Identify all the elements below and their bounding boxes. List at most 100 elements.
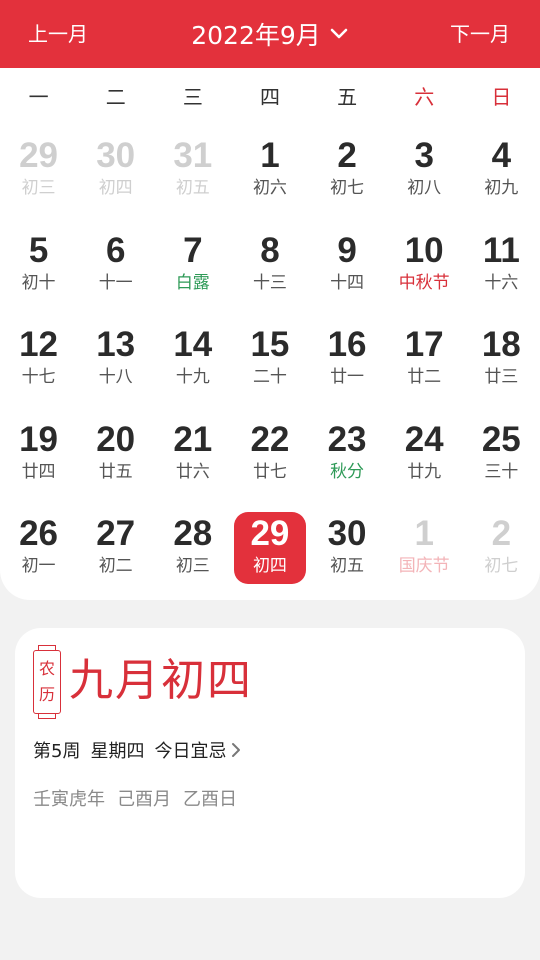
- lunar-badge: 农 历: [33, 645, 61, 719]
- day-cell-inner: 22 廿七: [234, 418, 306, 490]
- day-number: 13: [96, 325, 136, 364]
- calendar-day[interactable]: 23 秋分: [309, 410, 386, 505]
- lunar-day-label: 初五: [330, 556, 365, 576]
- lunar-day-label: 十九: [175, 367, 210, 387]
- calendar-day[interactable]: 1 国庆节: [386, 504, 463, 599]
- day-cell-inner: 23 秋分: [311, 418, 383, 490]
- calendar-day[interactable]: 24 廿九: [386, 410, 463, 505]
- calendar-day[interactable]: 30 初五: [309, 504, 386, 599]
- calendar-day[interactable]: 26 初一: [0, 504, 77, 599]
- day-number: 25: [481, 419, 521, 459]
- weekday-label: 三: [182, 85, 203, 109]
- day-number: 17: [404, 325, 444, 364]
- lunar-day-label: 十四: [330, 272, 365, 293]
- day-number: 29: [250, 514, 290, 553]
- calendar-day[interactable]: 16 廿一: [309, 315, 386, 410]
- day-number: 30: [96, 136, 136, 175]
- lunar-day-label: 廿七: [252, 461, 287, 482]
- day-cell-inner: 16 廿一: [311, 323, 383, 395]
- day-cell-inner: 27 初二: [80, 512, 152, 584]
- calendar-day[interactable]: 12 十七: [0, 315, 77, 410]
- day-cell-inner: 29 初三: [3, 134, 75, 206]
- chevron-right-icon: [232, 743, 241, 757]
- calendar-day[interactable]: 10 中秋节: [386, 221, 463, 316]
- calendar-day[interactable]: 25 三十: [463, 410, 540, 505]
- calendar-day[interactable]: 9 十四: [309, 221, 386, 316]
- lunar-day-label: 廿二: [407, 367, 442, 387]
- calendar-day-selected[interactable]: 29 初四: [231, 504, 308, 599]
- lunar-day-label: 白露: [175, 272, 210, 293]
- day-cell-inner: 30 初四: [80, 134, 152, 206]
- year-ganzhi: 壬寅虎年: [33, 789, 105, 810]
- calendar-day[interactable]: 4 初九: [463, 126, 540, 221]
- lunar-day-label: 初四: [98, 178, 133, 198]
- calendar-day[interactable]: 2 初七: [309, 126, 386, 221]
- weekday-label: 五: [337, 85, 358, 109]
- calendar-day[interactable]: 15 二十: [231, 315, 308, 410]
- lunar-day-label: 廿九: [407, 461, 442, 482]
- day-cell-inner: 12 十七: [3, 323, 75, 395]
- day-cell-inner: 28 初三: [157, 512, 229, 584]
- lunar-day-label: 初五: [175, 178, 210, 198]
- day-cell-inner: 10 中秋节: [388, 229, 460, 301]
- day-number: 18: [481, 325, 521, 364]
- month-ganzhi: 己酉月: [117, 789, 171, 810]
- calendar-day[interactable]: 21 廿六: [154, 410, 231, 505]
- lunar-info-card: 农 历 九月初四 第5周 星期四 今日宜忌 壬寅虎年 己酉月 乙酉日: [15, 628, 525, 898]
- day-cell-inner: 6 十一: [80, 229, 152, 301]
- lunar-day-label: 初三: [21, 178, 56, 198]
- day-number: 14: [173, 325, 213, 364]
- day-number: 21: [173, 419, 213, 459]
- day-number: 2: [337, 136, 357, 175]
- lunar-day-label: 廿四: [21, 461, 56, 482]
- calendar-grid: 29 初三 30 初四 31 初五 1 初六 2 初七 3 初八 4 初九 5 初十 6 十一 7 白露 8 十三 9 十四 1…: [0, 126, 540, 599]
- day-cell-inner: 21 廿六: [157, 418, 229, 490]
- day-number: 23: [327, 419, 367, 459]
- calendar-day[interactable]: 19 廿四: [0, 410, 77, 505]
- calendar-day[interactable]: 2 初七: [463, 504, 540, 599]
- daily-yiji-link[interactable]: 今日宜忌: [154, 737, 242, 763]
- calendar-day[interactable]: 29 初三: [0, 126, 77, 221]
- calendar-day[interactable]: 8 十三: [231, 221, 308, 316]
- day-number: 1: [414, 514, 434, 553]
- calendar-day[interactable]: 1 初六: [231, 126, 308, 221]
- day-cell-inner: 17 廿二: [388, 323, 460, 395]
- calendar-day[interactable]: 7 白露: [154, 221, 231, 316]
- weekday-label: 日: [491, 85, 512, 109]
- calendar-day[interactable]: 13 十八: [77, 315, 154, 410]
- day-cell-inner: 7 白露: [157, 229, 229, 301]
- lunar-day-label: 十八: [98, 367, 133, 387]
- lunar-day-label: 三十: [484, 461, 519, 482]
- day-cell-inner: 4 初九: [465, 134, 537, 206]
- calendar-day[interactable]: 6 十一: [77, 221, 154, 316]
- day-ganzhi: 乙酉日: [183, 789, 237, 810]
- calendar-day[interactable]: 20 廿五: [77, 410, 154, 505]
- lunar-day-label: 初六: [252, 178, 287, 198]
- calendar-day[interactable]: 11 十六: [463, 221, 540, 316]
- day-number: 29: [19, 136, 59, 175]
- calendar-day[interactable]: 14 十九: [154, 315, 231, 410]
- next-month-button[interactable]: 下一月: [450, 0, 510, 68]
- lunar-day-label: 中秋节: [398, 272, 450, 293]
- calendar-day[interactable]: 28 初三: [154, 504, 231, 599]
- calendar-day[interactable]: 27 初二: [77, 504, 154, 599]
- ganzhi-row: 壬寅虎年 己酉月 乙酉日: [33, 784, 249, 812]
- calendar-day[interactable]: 30 初四: [77, 126, 154, 221]
- lunar-day-label: 国庆节: [398, 556, 450, 576]
- calendar-day[interactable]: 3 初八: [386, 126, 463, 221]
- weekday-label: 六: [414, 85, 435, 109]
- calendar-day[interactable]: 5 初十: [0, 221, 77, 316]
- calendar-day[interactable]: 22 廿七: [231, 410, 308, 505]
- day-cell-inner: 30 初五: [311, 512, 383, 584]
- calendar-day[interactable]: 17 廿二: [386, 315, 463, 410]
- lunar-day-label: 初七: [484, 556, 519, 576]
- calendar-day[interactable]: 31 初五: [154, 126, 231, 221]
- day-number: 20: [96, 419, 136, 459]
- day-cell-inner: 11 十六: [465, 229, 537, 301]
- day-number: 11: [482, 230, 520, 270]
- day-number: 26: [19, 514, 59, 553]
- lunar-day-label: 廿五: [98, 461, 133, 482]
- lunar-day-label: 初九: [484, 178, 519, 198]
- calendar-day[interactable]: 18 廿三: [463, 315, 540, 410]
- day-cell-inner: 2 初七: [311, 134, 383, 206]
